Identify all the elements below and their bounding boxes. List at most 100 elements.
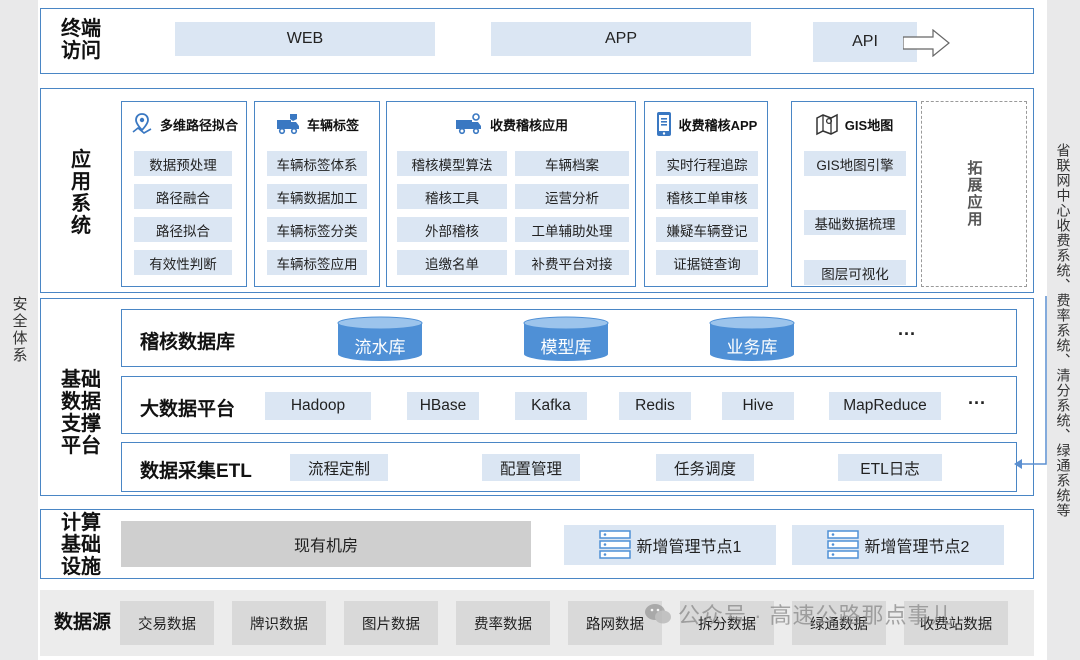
vehicle-tag-item: 车辆标签体系: [267, 151, 367, 176]
gis-map-icon: [816, 113, 838, 136]
new-node-2: 新增管理节点2: [792, 525, 1004, 565]
data-source-item: 牌识数据: [232, 601, 326, 645]
big-data-item: MapReduce: [829, 392, 941, 420]
right-sidebar: 省联网中心收费系统、费率系统、清分系统、绿通系统等: [1047, 0, 1080, 660]
toll-audit-app-header: 收费稽核APP: [645, 102, 767, 146]
existing-room-box: 现有机房: [121, 521, 531, 567]
big-data-item: Redis: [619, 392, 691, 420]
etl-item: 流程定制: [290, 454, 388, 481]
etl-item: 任务调度: [656, 454, 754, 481]
mobile-app-icon: [656, 112, 671, 136]
route-fitting-item: 路径融合: [134, 184, 232, 209]
new-node-label: 新增管理节点2: [864, 539, 970, 556]
toll-audit-title: 收费稽核应用: [489, 117, 568, 133]
api-box: API: [813, 22, 917, 62]
audit-db-row: 稽核数据库 流水库 模型库 业务库 ···: [121, 309, 1017, 367]
audit-db-more: ···: [898, 324, 916, 344]
new-node-label: 新增管理节点1: [636, 539, 742, 556]
left-sidebar: 安全体系: [0, 0, 38, 660]
api-arrow-icon: [903, 29, 950, 57]
server-icon: [598, 530, 631, 559]
toll-audit-panel: 收费稽核应用 稽核模型算法 车辆档案 稽核工具 运营分析 外部稽核 工单辅助处理…: [386, 101, 636, 287]
gis-map-item: 图层可视化: [804, 260, 906, 285]
app-box: APP: [491, 22, 751, 56]
new-node-1: 新增管理节点1: [564, 525, 776, 565]
toll-audit-header: 收费稽核应用: [387, 102, 635, 146]
big-data-title: 大数据平台: [140, 399, 236, 420]
app-system-layer: 应用系统 多维路径拟合 数据预处理 路径融合 路径拟合 有效性判断 车辆标签 车…: [40, 88, 1034, 293]
truck-audit-icon: [455, 113, 481, 135]
big-data-row: 大数据平台 Hadoop HBase Kafka Redis Hive MapR…: [121, 376, 1017, 434]
compute-title-text: 计算基础设施: [61, 512, 101, 578]
vehicle-tag-item: 车辆数据加工: [267, 184, 367, 209]
toll-audit-item: 外部稽核: [397, 217, 507, 242]
gis-map-header: GIS地图: [792, 102, 916, 146]
data-source-item: 费率数据: [456, 601, 550, 645]
data-source-item: 交易数据: [120, 601, 214, 645]
toll-audit-item: 追缴名单: [397, 250, 507, 275]
toll-audit-item: 工单辅助处理: [515, 217, 629, 242]
toll-audit-item: 补费平台对接: [515, 250, 629, 275]
route-fitting-title: 多维路径拟合: [159, 117, 238, 133]
db-cylinder-model: 模型库: [520, 316, 612, 362]
big-data-item: HBase: [407, 392, 479, 420]
data-platform-layer: 基础数据支撑平台 稽核数据库 流水库 模型库 业务库 ··· 大数据平台 Had…: [40, 298, 1034, 496]
etl-item: ETL日志: [838, 454, 942, 481]
truck-tag-icon: [276, 114, 299, 135]
existing-room-label: 现有机房: [293, 538, 358, 555]
compute-title: 计算基础设施: [57, 512, 105, 578]
web-box: WEB: [175, 22, 435, 56]
big-data-item: Hadoop: [265, 392, 371, 420]
db-label: 流水库: [354, 337, 406, 357]
audit-db-title: 稽核数据库: [140, 332, 236, 353]
expand-app-box: 拓展应用: [921, 101, 1027, 287]
external-systems-label: 省联网中心收费系统、费率系统、清分系统、绿通系统等: [1055, 142, 1072, 518]
vehicle-tag-title: 车辆标签: [306, 117, 359, 133]
app-system-title: 应用系统: [69, 149, 93, 237]
db-cylinder-flow: 流水库: [334, 316, 426, 362]
data-source-title: 数据源: [54, 612, 112, 633]
toll-audit-app-item: 嫌疑车辆登记: [656, 217, 758, 242]
gis-map-panel: GIS地图 GIS地图引擎 基础数据梳理 图层可视化: [791, 101, 917, 287]
toll-audit-item: 稽核模型算法: [397, 151, 507, 176]
security-system-label: 安全体系: [10, 296, 28, 364]
route-fitting-header: 多维路径拟合: [122, 102, 246, 146]
db-cylinder-business: 业务库: [706, 316, 798, 362]
toll-audit-app-item: 稽核工单审核: [656, 184, 758, 209]
etl-title: 数据采集ETL: [140, 461, 252, 482]
toll-audit-item: 运营分析: [515, 184, 629, 209]
big-data-item: Hive: [722, 392, 794, 420]
toll-audit-app-item: 证据链查询: [656, 250, 758, 275]
etl-item: 配置管理: [482, 454, 580, 481]
expand-app-label: 拓展应用: [965, 160, 983, 228]
etl-row: 数据采集ETL 流程定制 配置管理 任务调度 ETL日志: [121, 442, 1017, 492]
wechat-icon: [645, 604, 671, 624]
data-platform-title: 基础数据支撑平台: [57, 369, 105, 457]
route-map-pin-icon: [132, 113, 152, 134]
server-icon: [826, 530, 859, 559]
watermark: 公众号 · 高速公路那点事儿: [644, 598, 954, 630]
big-data-item: Kafka: [515, 392, 587, 420]
route-fitting-item: 数据预处理: [134, 151, 232, 176]
toll-audit-item: 车辆档案: [515, 151, 629, 176]
toll-audit-item: 稽核工具: [397, 184, 507, 209]
data-platform-title-text: 基础数据支撑平台: [61, 369, 101, 457]
db-label: 模型库: [540, 337, 592, 357]
gis-map-item: 基础数据梳理: [804, 210, 906, 235]
data-source-item: 图片数据: [344, 601, 438, 645]
vehicle-tag-panel: 车辆标签 车辆标签体系 车辆数据加工 车辆标签分类 车辆标签应用: [254, 101, 380, 287]
route-fitting-panel: 多维路径拟合 数据预处理 路径融合 路径拟合 有效性判断: [121, 101, 247, 287]
big-data-more: ···: [968, 393, 986, 413]
vehicle-tag-item: 车辆标签分类: [267, 217, 367, 242]
terminal-access-layer: 终端访问 WEB APP API: [40, 8, 1034, 74]
terminal-access-title: 终端访问: [61, 18, 101, 62]
toll-audit-app-panel: 收费稽核APP 实时行程追踪 稽核工单审核 嫌疑车辆登记 证据链查询: [644, 101, 768, 287]
vehicle-tag-header: 车辆标签: [255, 102, 379, 146]
gis-map-item: GIS地图引擎: [804, 151, 906, 176]
toll-audit-app-item: 实时行程追踪: [656, 151, 758, 176]
toll-audit-app-title: 收费稽核APP: [678, 117, 758, 133]
route-fitting-item: 有效性判断: [134, 250, 232, 275]
feedback-arrow-icon: [1014, 296, 1047, 469]
db-label: 业务库: [726, 337, 778, 357]
app-system-title-text: 应用系统: [71, 149, 91, 237]
